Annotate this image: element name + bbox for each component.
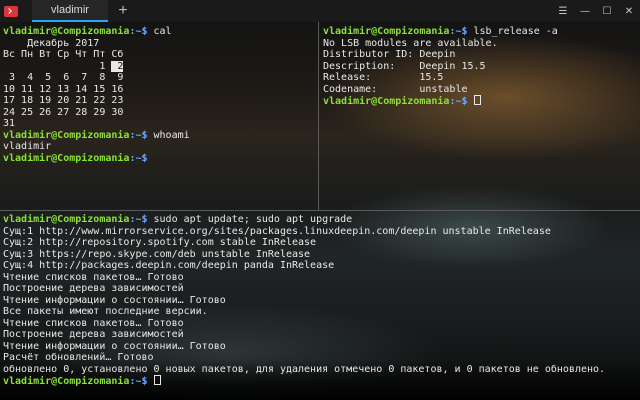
output-line: Сущ:3 https://repo.skype.com/deb unstabl…: [3, 248, 311, 260]
output-line: Сущ:1 http://www.mirrorservice.org/sites…: [3, 225, 551, 237]
output-line: Чтение списков пакетов… Готово: [3, 271, 184, 283]
command-text: [148, 153, 154, 164]
cal-row: 1: [3, 60, 112, 72]
output-line: vladimir: [3, 141, 52, 152]
tab-title: vladimir: [51, 4, 89, 16]
output-line: Чтение информации о состоянии… Готово: [3, 340, 226, 352]
prompt-user: vladimir@Compizomania: [3, 214, 130, 225]
close-icon[interactable]: ✕: [618, 0, 640, 22]
new-tab-button[interactable]: +: [108, 0, 138, 22]
prompt-path: :~$: [129, 376, 148, 387]
terminal-pane-top-right[interactable]: vladimir@Compizomania:~$ lsb_release -a …: [320, 24, 640, 212]
terminal-pane-top-left[interactable]: vladimir@Compizomania:~$ cal Декабрь 201…: [0, 24, 318, 212]
output-line: Все пакеты имеют последние версии.: [3, 306, 208, 317]
output-line: Description: Deepin 15.5: [323, 60, 486, 72]
output-line: Расчёт обновлений… Готово: [3, 352, 154, 363]
tab-bar: vladimir + ☰ — ☐ ✕: [0, 0, 640, 22]
output-line: Чтение информации о состоянии… Готово: [3, 294, 226, 306]
cal-row: 3 4 5 6 7 8 9: [3, 72, 124, 83]
command-text: lsb_release -a: [467, 26, 558, 37]
cal-days: Вс Пн Вт Ср Чт Пт Сб: [3, 49, 124, 60]
output-line: обновлено 0, установлено 0 новых пакетов…: [3, 363, 606, 375]
minimize-icon[interactable]: —: [574, 0, 596, 22]
cal-row: 17 18 19 20 21 22 23: [3, 95, 124, 106]
output-line: Distributor ID: Deepin: [323, 49, 456, 60]
cal-row: 31: [3, 118, 16, 129]
prompt-path: :~$: [449, 96, 468, 107]
command-text: cal: [147, 26, 172, 37]
prompt-path: :~$: [449, 26, 468, 37]
prompt-path: :~$: [129, 26, 148, 37]
output-line: Release: 15.5: [323, 72, 444, 83]
window-controls: ☰ — ☐ ✕: [552, 0, 640, 22]
terminal-app-icon[interactable]: [0, 0, 22, 22]
output-line: Codename: unstable: [323, 83, 468, 95]
text-cursor: [153, 375, 161, 385]
prompt-path: :~$: [129, 214, 148, 225]
command-text: whoami: [147, 129, 190, 141]
output-line: Сущ:4 http://packages.deepin.com/deepin …: [3, 260, 335, 271]
pane-divider-vertical[interactable]: [318, 22, 319, 210]
output-line: Чтение списков пакетов… Готово: [3, 317, 184, 329]
output-line: Сущ:2 http://repository.spotify.com stab…: [3, 237, 317, 248]
prompt-user: vladimir@Compizomania: [3, 129, 130, 141]
maximize-icon[interactable]: ☐: [596, 0, 618, 22]
prompt-path: :~$: [129, 152, 148, 164]
prompt-user: vladimir@Compizomania: [3, 152, 130, 164]
output-line: Построение дерева зависимостей: [3, 329, 184, 340]
output-line: Построение дерева зависимостей: [3, 283, 184, 294]
tab-vladimir[interactable]: vladimir: [32, 0, 108, 22]
cal-row: 24 25 26 27 28 29 30: [3, 106, 124, 118]
text-cursor: [473, 95, 481, 105]
cal-today: 2: [111, 60, 124, 72]
prompt-path: :~$: [129, 129, 148, 141]
prompt-user: vladimir@Compizomania: [323, 26, 450, 37]
prompt-user: vladimir@Compizomania: [3, 26, 130, 37]
command-text: sudo apt update; sudo apt upgrade: [147, 214, 353, 225]
output-line: No LSB modules are available.: [323, 37, 498, 49]
cal-row: 10 11 12 13 14 15 16: [3, 83, 124, 95]
menu-icon[interactable]: ☰: [552, 0, 574, 22]
terminal-pane-bottom[interactable]: vladimir@Compizomania:~$ sudo apt update…: [0, 212, 640, 400]
cal-header: Декабрь 2017: [3, 37, 100, 49]
prompt-user: vladimir@Compizomania: [3, 376, 130, 387]
prompt-user: vladimir@Compizomania: [323, 96, 450, 107]
